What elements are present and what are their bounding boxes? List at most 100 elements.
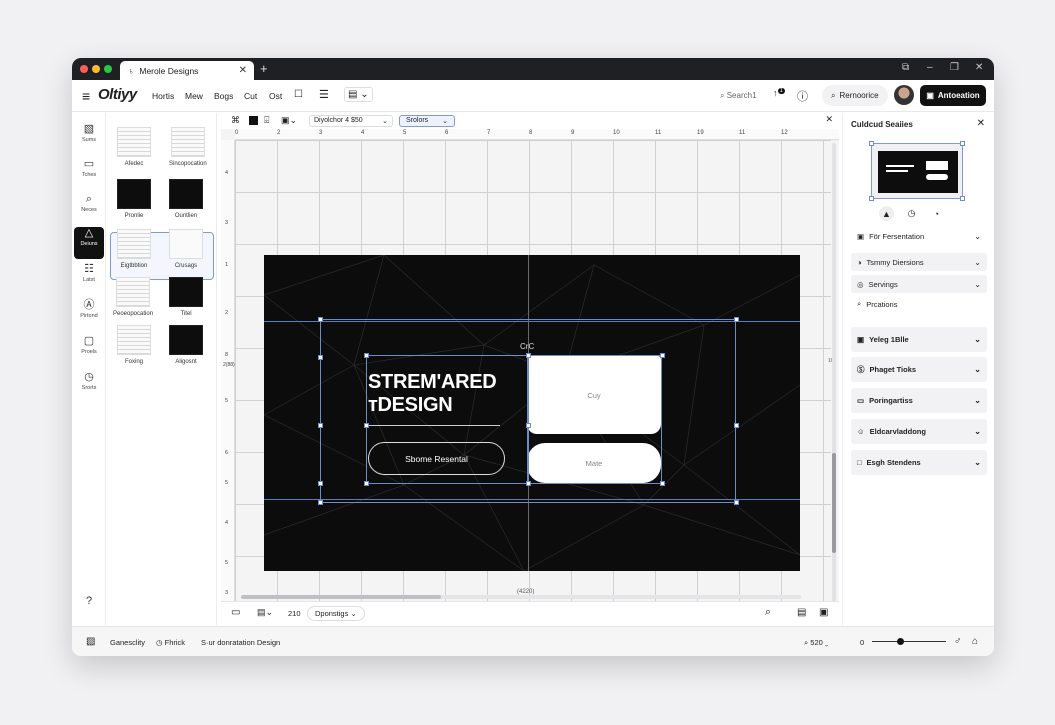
resize-handle[interactable] xyxy=(734,423,739,428)
close-panel-icon[interactable]: ✕ xyxy=(977,118,985,129)
thumb-sincopocation[interactable]: Sincopocation xyxy=(169,127,207,167)
rail-item-neces[interactable]: ⌕ Neces xyxy=(74,193,104,225)
resize-handle[interactable] xyxy=(660,481,665,486)
select-tool-icon[interactable]: ⌘ xyxy=(231,115,240,126)
resize-handle[interactable] xyxy=(526,481,531,486)
close-canvas-icon[interactable]: ✕ xyxy=(825,114,833,125)
horizontal-scroll-thumb[interactable] xyxy=(241,595,441,599)
notes-icon[interactable]: ▤ xyxy=(797,607,806,618)
resize-handle[interactable] xyxy=(526,423,531,428)
resize-handle[interactable] xyxy=(734,500,739,505)
resize-handle[interactable] xyxy=(318,355,323,360)
thumb-foxing[interactable]: Foxing xyxy=(117,325,151,365)
new-tab-icon[interactable]: + xyxy=(260,61,268,76)
resize-handle[interactable] xyxy=(318,500,323,505)
menu-item-5[interactable]: Ost xyxy=(269,91,282,101)
rail-item-sums[interactable]: ▧ Sums xyxy=(74,123,104,155)
menu-item-1[interactable]: Hortis xyxy=(152,91,174,101)
panel-row-prcations[interactable]: ⌕ Prcations xyxy=(851,295,987,313)
rail-item-deiuns[interactable]: △ Deiuns xyxy=(74,227,104,259)
bell-icon[interactable]: ⌂ xyxy=(972,636,978,647)
thumb-pronlie[interactable]: Pronlie xyxy=(117,179,151,219)
hamburger-menu-icon[interactable]: ≡ xyxy=(82,88,90,104)
search-icon[interactable]: ⌕ xyxy=(765,606,771,619)
panel-row-esgh[interactable]: □ Esgh Stendens ⌄ xyxy=(851,450,987,475)
zoom-slider-knob[interactable] xyxy=(896,638,904,645)
resize-handle[interactable] xyxy=(364,353,369,358)
resize-handle[interactable] xyxy=(318,423,323,428)
resize-handle[interactable] xyxy=(734,317,739,322)
clock-icon[interactable]: ◷ xyxy=(904,206,919,221)
rail-item-proels[interactable]: ▢ Proels xyxy=(74,335,104,367)
search-bar[interactable]: ⌕ Search1 xyxy=(720,91,757,101)
timer-icon: ◷ xyxy=(84,371,94,383)
thumb-aligosnt[interactable]: Aligosnt xyxy=(169,325,203,365)
shirt-icon[interactable]: ☐ xyxy=(294,89,303,100)
resource-button[interactable]: ⌕ Rernoorice xyxy=(822,85,888,106)
browser-tab[interactable]: ♄ Merole Designs ✕ xyxy=(120,61,254,80)
maximize-window-icon[interactable] xyxy=(104,65,112,73)
vertical-scrollbar[interactable] xyxy=(832,143,836,603)
resize-handle[interactable] xyxy=(660,353,665,358)
minimize-icon[interactable]: – xyxy=(927,62,933,73)
thumb-ountlien[interactable]: Ountlien xyxy=(169,179,203,219)
vertical-scroll-thumb[interactable] xyxy=(832,453,836,553)
panel-row-presentation[interactable]: ▣ För Fersentation ⌄ xyxy=(851,227,987,245)
zoom-slider[interactable] xyxy=(872,638,946,645)
thumb-eigtbbtion[interactable]: Eigtbbtion xyxy=(117,229,151,269)
panel-row-yeleg[interactable]: ▣ Yeleg 1Blle ⌄ xyxy=(851,327,987,352)
align-icon[interactable]: ☰ xyxy=(319,88,329,101)
mic-icon[interactable]: ♂ xyxy=(954,636,962,647)
thumb-peoeopocation[interactable]: Peoeopocation xyxy=(113,277,153,317)
restore-icon[interactable]: ❐ xyxy=(950,62,959,73)
horizontal-scrollbar[interactable] xyxy=(241,595,801,599)
thumb-crusags[interactable]: Crusags xyxy=(169,229,203,269)
fill-icon[interactable]: ▲ xyxy=(879,206,894,221)
cast-icon[interactable]: ⧉ xyxy=(902,62,909,73)
status-item-1[interactable]: Ganesclity xyxy=(110,638,145,647)
close-window-icon[interactable] xyxy=(80,65,88,73)
palette-icon[interactable]: ◔ xyxy=(929,206,944,221)
page-icon[interactable]: ▤⌄ xyxy=(257,607,273,618)
crop-tool-icon[interactable]: ⌹ xyxy=(264,115,269,126)
menu-item-2[interactable]: Mew xyxy=(185,91,203,101)
help-icon[interactable]: ⓘ xyxy=(797,88,808,104)
resize-handle[interactable] xyxy=(526,353,531,358)
thumb-afedec[interactable]: Afedec xyxy=(117,127,151,167)
view-select[interactable]: Dponstigs ⌄ xyxy=(307,606,365,621)
rail-item-pirtond[interactable]: Ⓐ Pirtond xyxy=(74,299,104,331)
panel-row-poringartiss[interactable]: ▭ Poringartiss ⌄ xyxy=(851,388,987,413)
primary-action-button[interactable]: ▣ Antoeation xyxy=(920,85,986,106)
close-tab-icon[interactable]: ✕ xyxy=(239,65,247,76)
resize-handle[interactable] xyxy=(364,423,369,428)
panel-row-phaget[interactable]: Ⓢ Phaget Tioks ⌄ xyxy=(851,357,987,382)
folder-icon[interactable]: ▭ xyxy=(231,607,240,618)
menu-item-3[interactable]: Bogs xyxy=(214,91,233,101)
menu-item-4[interactable]: Cut xyxy=(244,91,257,101)
resize-handle[interactable] xyxy=(364,481,369,486)
resize-handle[interactable] xyxy=(318,481,323,486)
rail-item-srorts[interactable]: ◷ Srorts xyxy=(74,371,104,403)
image-icon[interactable]: ▣ xyxy=(819,607,828,618)
resize-handle[interactable] xyxy=(318,317,323,322)
avatar[interactable] xyxy=(894,85,914,105)
status-item-2[interactable]: ◷ Fhrick xyxy=(156,638,185,647)
rail-item-latst[interactable]: ☷ Latst xyxy=(74,263,104,295)
panel-row-eldcarvladdong[interactable]: ☺ Eldcarvladdong ⌄ xyxy=(851,419,987,444)
frame-tool-icon[interactable]: ▣⌄ xyxy=(281,115,297,126)
zoom-select[interactable]: Diyolchor 4 $50 ⌄ xyxy=(309,115,393,127)
help-button[interactable]: ? xyxy=(74,595,104,627)
rail-item-tches[interactable]: ▭ Tches xyxy=(74,158,104,190)
panel-row-dimensions[interactable]: ◑ Tsmmy Diersions ⌄ xyxy=(851,253,987,271)
layout-dropdown-icon[interactable]: ▤ ⌄ xyxy=(344,87,373,102)
mode-select[interactable]: Srolors ⌄ xyxy=(399,115,455,127)
slide-preview[interactable] xyxy=(869,141,965,201)
minimize-window-icon[interactable] xyxy=(92,65,100,73)
slide[interactable]: STREM'ARED тDESIGN Sbome Resental CrC Cu… xyxy=(264,255,800,571)
thumb-titel[interactable]: Titel xyxy=(169,277,203,317)
notification-icon[interactable]: ↑ 1 xyxy=(773,88,785,98)
panel-row-servings[interactable]: ◎ Servings ⌄ xyxy=(851,275,987,293)
fill-tool-icon[interactable] xyxy=(249,116,258,125)
close-icon[interactable]: ✕ xyxy=(975,62,983,73)
zoom-control[interactable]: ⌕ 520 ⌄ xyxy=(804,638,828,648)
